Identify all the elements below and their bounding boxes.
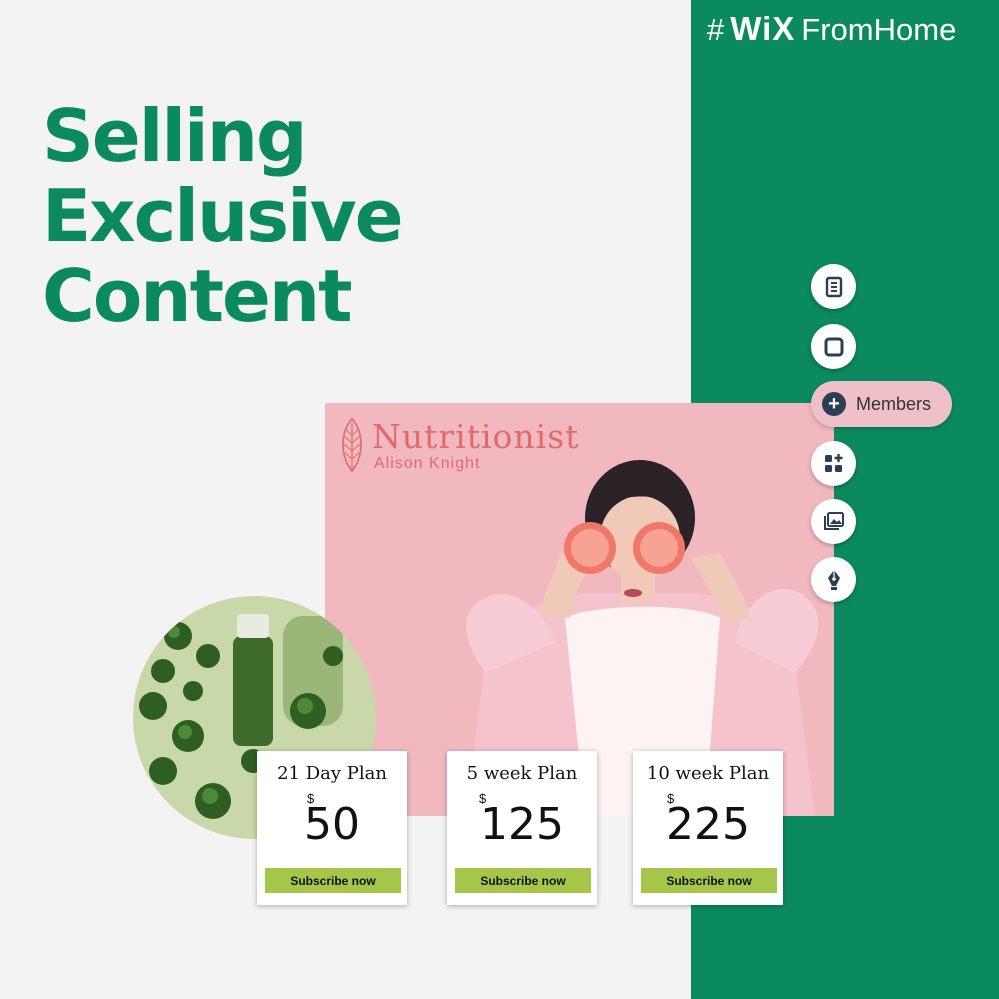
add-apps-button[interactable] — [811, 441, 856, 486]
subscribe-button[interactable]: Subscribe now — [455, 868, 591, 893]
plan-card-21-day: 21 Day Plan $ 50 Subscribe now — [257, 751, 407, 905]
square-icon — [824, 337, 843, 356]
members-plus-icon: + — [822, 392, 846, 416]
page-icon — [825, 276, 842, 297]
page-headline: Selling Exclusive Content — [42, 96, 682, 336]
members-button[interactable]: + Members — [811, 381, 952, 427]
brand-fromhome: FromHome — [801, 12, 957, 47]
members-label: Members — [856, 393, 932, 414]
brand-hash: # — [707, 12, 725, 47]
headline-line-2: Content — [42, 254, 353, 338]
subscribe-button[interactable]: Subscribe now — [641, 868, 777, 893]
plan-name: 10 week Plan — [646, 763, 770, 784]
plan-price: 50 — [304, 799, 360, 850]
subscribe-button[interactable]: Subscribe now — [265, 868, 401, 893]
pages-button[interactable] — [811, 264, 856, 309]
pen-icon — [827, 569, 840, 590]
background-button[interactable] — [811, 324, 856, 369]
wix-fromhome-logo: # WiX FromHome — [707, 10, 956, 48]
brand-wix: WiX — [730, 10, 796, 47]
plan-name: 21 Day Plan — [277, 763, 387, 784]
headline-line-1: Selling Exclusive — [42, 94, 404, 258]
plan-card-10-week: 10 week Plan $ 225 Subscribe now — [633, 751, 783, 905]
leaf-icon — [342, 417, 362, 473]
plan-price: 225 — [666, 799, 750, 850]
media-button[interactable] — [811, 499, 856, 544]
plan-card-5-week: 5 week Plan $ 125 Subscribe now — [447, 751, 597, 905]
plan-name: 5 week Plan — [466, 763, 578, 784]
media-icon — [823, 511, 844, 530]
plan-price: 125 — [480, 799, 564, 850]
add-apps-icon — [824, 453, 842, 472]
blog-button[interactable] — [811, 557, 856, 602]
